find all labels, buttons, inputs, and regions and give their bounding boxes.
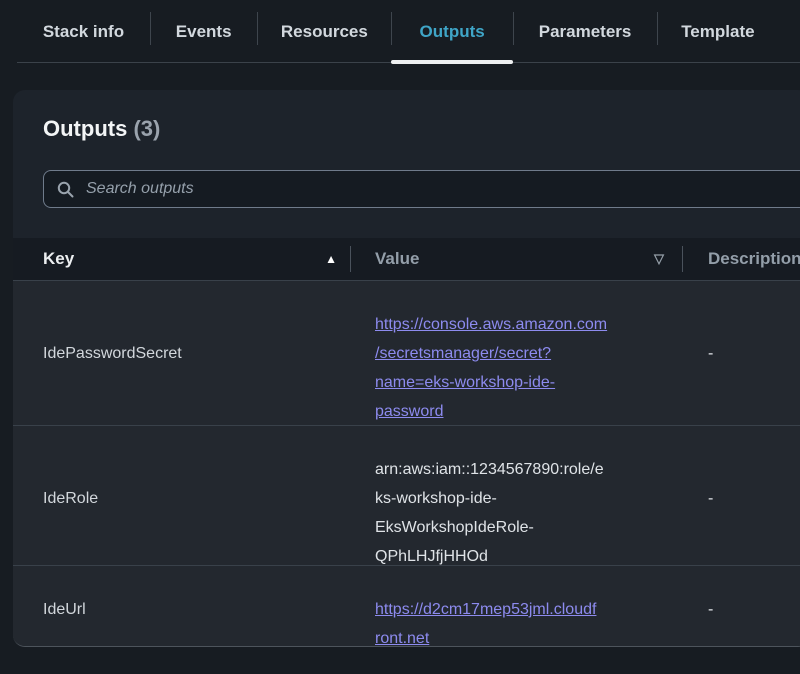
table-row: IdeUrl https://d2cm17mep53jml.cloudf ron…	[13, 565, 800, 646]
outputs-count: (3)	[133, 116, 160, 141]
page-title: Outputs (3)	[43, 116, 160, 142]
table-header-row: Key ▲ Value ▽ Description	[13, 238, 800, 280]
outputs-title-text: Outputs	[43, 116, 127, 141]
output-value-link[interactable]: https://d2cm17mep53jml.cloudf ront.net	[375, 601, 596, 647]
output-value: https://console.aws.amazon.com /secretsm…	[350, 281, 682, 426]
tab-stack-info[interactable]: Stack info	[17, 0, 150, 63]
table-row: IdePasswordSecret https://console.aws.am…	[13, 280, 800, 425]
tab-parameters[interactable]: Parameters	[513, 0, 657, 63]
output-description: -	[682, 490, 800, 508]
column-header-value-label: Value	[375, 249, 419, 269]
search-icon	[57, 181, 74, 198]
outputs-panel: Outputs (3) Key ▲ Value ▽ Description Id…	[13, 90, 800, 647]
column-header-description[interactable]: Description	[682, 249, 800, 269]
tab-events[interactable]: Events	[150, 0, 257, 63]
search-outputs-box[interactable]	[43, 170, 800, 208]
sort-ascending-icon: ▲	[325, 252, 337, 266]
output-key: IdeUrl	[13, 601, 350, 619]
output-value-link[interactable]: https://console.aws.amazon.com /secretsm…	[375, 316, 607, 420]
tab-template[interactable]: Template	[657, 0, 800, 63]
column-header-key[interactable]: Key ▲	[13, 249, 350, 269]
sort-descending-icon: ▽	[654, 251, 664, 267]
tab-resources[interactable]: Resources	[257, 0, 391, 63]
output-value-text: arn:aws:iam::1234567890:role/e ks-worksh…	[375, 461, 604, 565]
output-key: IdePasswordSecret	[13, 345, 350, 363]
output-description: -	[682, 345, 800, 363]
search-input[interactable]	[86, 180, 800, 198]
output-value: https://d2cm17mep53jml.cloudf ront.net	[350, 566, 682, 647]
output-value: arn:aws:iam::1234567890:role/e ks-worksh…	[350, 426, 682, 571]
column-header-key-label: Key	[43, 249, 74, 269]
column-divider	[350, 246, 351, 272]
outputs-table: Key ▲ Value ▽ Description IdePasswordSec…	[13, 238, 800, 646]
column-divider	[682, 246, 683, 272]
column-header-value[interactable]: Value ▽	[350, 249, 682, 269]
tab-outputs[interactable]: Outputs	[391, 0, 513, 63]
output-description: -	[682, 601, 800, 619]
tab-bar: Stack info Events Resources Outputs Para…	[0, 0, 800, 63]
table-row: IdeRole arn:aws:iam::1234567890:role/e k…	[13, 425, 800, 565]
output-key: IdeRole	[13, 490, 350, 508]
